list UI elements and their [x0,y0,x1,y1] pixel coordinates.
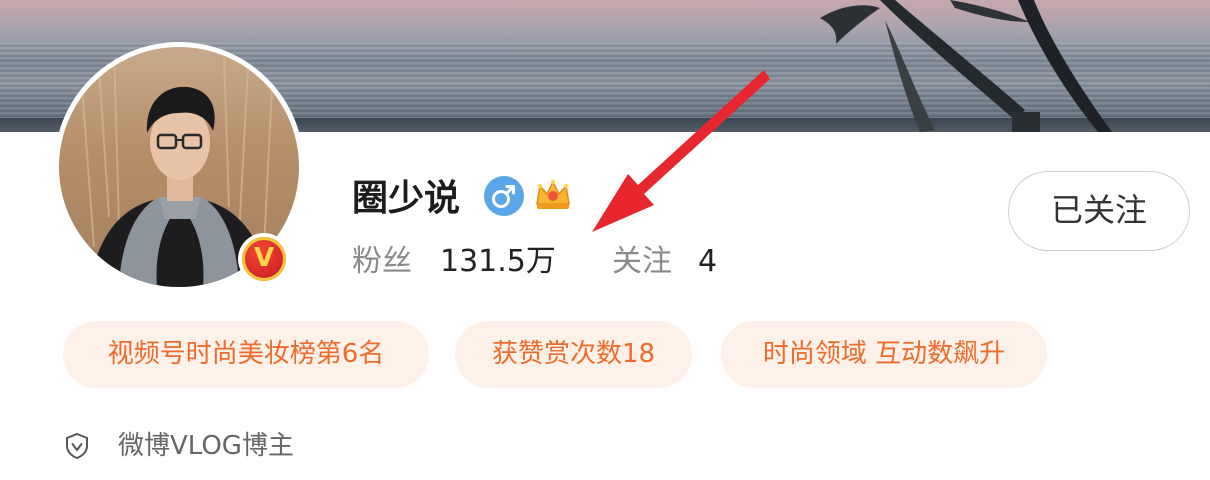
verified-badge-icon: V [238,233,290,285]
fans-label: 粉丝 [352,244,412,279]
following-label: 关注 [612,244,672,279]
tag-trending[interactable]: 时尚领域 互动数飙升 [721,321,1047,388]
tag-ranking[interactable]: 视频号时尚美妆榜第6名 [63,321,429,388]
shield-icon [64,432,90,460]
profile-name: 圈少说 [352,178,461,219]
followed-button[interactable]: 已关注 [1008,171,1190,251]
identity-label[interactable]: 微博VLOG博主 [118,428,294,464]
tag-tips[interactable]: 获赞赏次数18 [455,321,692,388]
crown-icon [532,174,574,216]
male-icon [484,176,524,216]
following-count[interactable]: 4 [698,240,717,284]
fans-count[interactable]: 131.5万 [440,240,556,284]
